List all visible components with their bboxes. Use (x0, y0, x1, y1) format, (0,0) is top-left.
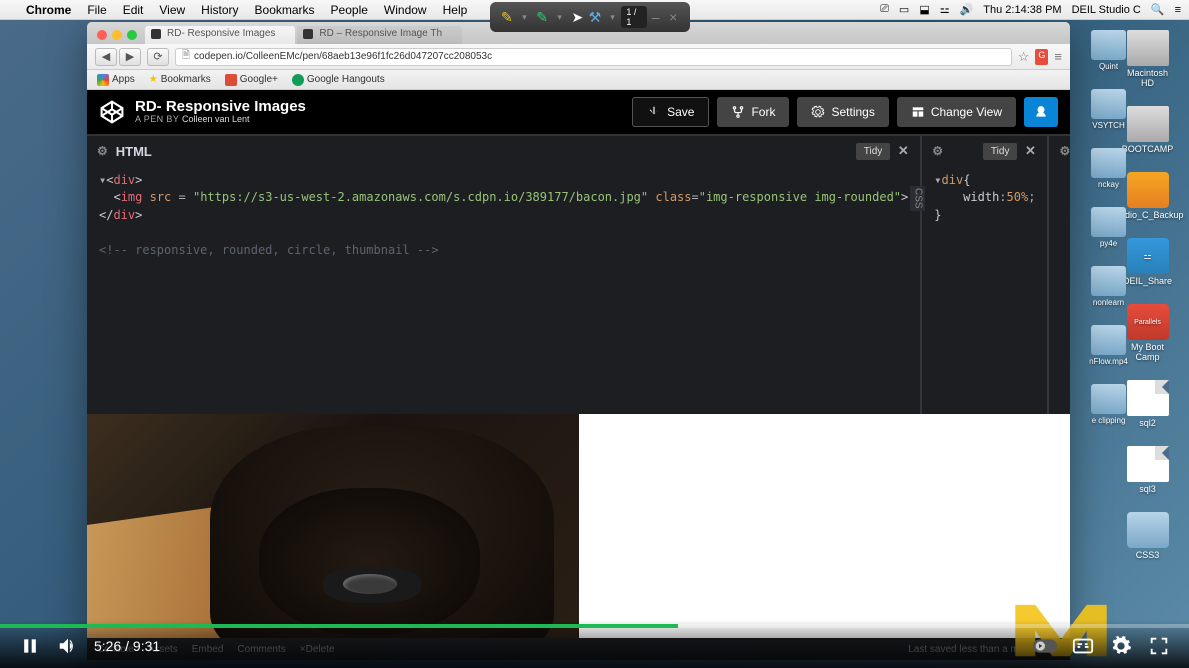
js-code[interactable] (1049, 166, 1070, 414)
browser-urlbar: ◀ ▶ ⟳ 🗎 codepen.io/ColleenEMc/pen/68aeb1… (87, 44, 1070, 70)
browser-tab[interactable]: RD – Responsive Image Th (297, 26, 462, 44)
menubar-screencast-icon[interactable]: ⎚ (880, 3, 889, 16)
pause-button[interactable] (18, 634, 42, 658)
bookmark-item[interactable]: ★Bookmarks (149, 74, 211, 85)
menubar-list-icon[interactable]: ≡ (1175, 4, 1181, 16)
html-code[interactable]: ▾<div> <img src = "https://s3-us-west-2.… (87, 166, 920, 414)
close-icon[interactable]: ✕ (896, 143, 910, 159)
minimize-icon[interactable]: – (647, 7, 665, 27)
desktop-file[interactable]: nFlow.mp4 (1086, 325, 1131, 366)
gear-icon[interactable]: ⚙ (97, 144, 108, 158)
star-icon[interactable]: ☆ (1018, 49, 1030, 65)
css-vertical-label: CSS (910, 186, 925, 211)
bookmark-item[interactable]: Google Hangouts (292, 74, 385, 86)
captions-button[interactable] (1071, 634, 1095, 658)
annotation-toolbar[interactable]: ✎ ▾ ✎ ▾ ➤ ⚒ ▾ 1 / 1 – × (490, 2, 690, 32)
video-settings-button[interactable] (1109, 634, 1133, 658)
pen-yellow-icon[interactable]: ✎ (498, 7, 516, 27)
chevron-down-icon[interactable]: ▾ (551, 7, 569, 27)
html-pane: ⚙ HTML Tidy ✕ ▾<div> <img src = "https:/… (87, 136, 922, 414)
codepen-header: RD- Responsive Images A PEN BY Colleen v… (87, 90, 1070, 134)
menu-history[interactable]: History (193, 3, 246, 17)
menubar-volume-icon[interactable]: 🔊 (960, 3, 974, 16)
browser-tab-active[interactable]: RD- Responsive Images (145, 26, 295, 44)
menubar-app[interactable]: Chrome (18, 3, 79, 17)
lock-icon: 🗎 (182, 48, 190, 65)
video-progress-bar[interactable] (0, 624, 1189, 628)
pen-byline: A PEN BY Colleen van Lent (135, 115, 306, 125)
menubar-spotlight-icon[interactable]: 🔍 (1151, 3, 1165, 16)
menu-window[interactable]: Window (376, 3, 435, 17)
desktop-icons-left-peek: Quint VSYTCH nckay py4e nonlearn nFlow.m… (1086, 30, 1131, 425)
profile-button[interactable] (1024, 97, 1058, 127)
desktop-file-sql3[interactable]: sql3 (1120, 446, 1175, 494)
menubar-clock[interactable]: Thu 2:14:38 PM (983, 4, 1061, 16)
desktop-folder[interactable]: VSYTCH (1086, 89, 1131, 130)
extension-icon[interactable]: G (1035, 49, 1048, 65)
hammer-icon[interactable]: ⚒ (586, 7, 604, 27)
fork-button[interactable]: Fork (717, 97, 789, 127)
menu-people[interactable]: People (323, 3, 376, 17)
close-icon[interactable]: ✕ (1023, 143, 1037, 159)
menubar-display-icon[interactable]: ▭ (899, 3, 909, 16)
autoplay-toggle[interactable] (1033, 634, 1057, 658)
desktop-folder-css3[interactable]: CSS3 (1120, 512, 1175, 560)
pen-author[interactable]: Colleen van Lent (182, 114, 250, 124)
menubar-dropbox-icon[interactable]: ⬓ (919, 3, 929, 16)
page-badge: 1 / 1 (621, 6, 646, 28)
menu-view[interactable]: View (151, 3, 193, 17)
cursor-icon[interactable]: ➤ (569, 7, 587, 27)
bookmark-bar: Apps ★Bookmarks Google+ Google Hangouts (87, 70, 1070, 90)
css-pane: ⚙ Tidy ✕ ▾div{ width:50%; } CSS (922, 136, 1049, 414)
menu-file[interactable]: File (79, 3, 114, 17)
pen-green-icon[interactable]: ✎ (533, 7, 551, 27)
desktop-file[interactable]: e clipping (1086, 384, 1131, 425)
gear-icon[interactable]: ⚙ (932, 144, 943, 158)
chrome-window: RD- Responsive Images RD – Responsive Im… (87, 22, 1070, 660)
back-button[interactable]: ◀ (95, 48, 117, 66)
volume-button[interactable] (56, 634, 80, 658)
change-view-button[interactable]: Change View (897, 97, 1016, 127)
tidy-button[interactable]: Tidy (983, 143, 1018, 160)
bookmark-item[interactable]: Google+ (225, 74, 278, 86)
desktop-folder[interactable]: Quint (1086, 30, 1131, 71)
desktop-folder[interactable]: py4e (1086, 207, 1131, 248)
chevron-down-icon[interactable]: ▾ (604, 7, 622, 27)
video-time: 5:26 / 9:31 (94, 638, 160, 654)
settings-button[interactable]: Settings (797, 97, 888, 127)
tidy-button[interactable]: Tidy (856, 143, 891, 160)
desktop-folder[interactable]: nonlearn (1086, 266, 1131, 307)
menu-bookmarks[interactable]: Bookmarks (247, 3, 323, 17)
url-field[interactable]: 🗎 codepen.io/ColleenEMc/pen/68aeb13e96f1… (175, 48, 1012, 66)
editor-panes: ⚙ HTML Tidy ✕ ▾<div> <img src = "https:/… (87, 134, 1070, 414)
gear-icon[interactable]: ⚙ (1059, 144, 1070, 158)
codepen-logo-icon[interactable] (99, 99, 125, 125)
menu-edit[interactable]: Edit (115, 3, 152, 17)
pen-title: RD- Responsive Images (135, 99, 306, 116)
pane-label-html: HTML (116, 144, 856, 159)
menubar-user[interactable]: DEIL Studio C (1072, 4, 1141, 16)
chevron-down-icon[interactable]: ▾ (516, 7, 534, 27)
window-traffic-lights[interactable] (93, 30, 145, 44)
forward-button[interactable]: ▶ (119, 48, 141, 66)
bookmark-apps[interactable]: Apps (97, 74, 135, 86)
close-icon[interactable]: × (664, 7, 682, 27)
menu-help[interactable]: Help (435, 3, 476, 17)
menubar-wifi-icon[interactable]: ⚍ (940, 3, 950, 16)
chrome-menu-icon[interactable]: ≡ (1054, 49, 1062, 65)
css-code[interactable]: ▾div{ width:50%; } (922, 166, 1047, 414)
progress-fill (0, 624, 678, 628)
reload-button[interactable]: ⟳ (147, 48, 169, 66)
save-button[interactable]: Save (632, 97, 709, 127)
js-pane: ⚙ JS Tidy ✕ (1049, 136, 1070, 414)
desktop-folder[interactable]: nckay (1086, 148, 1131, 189)
fullscreen-button[interactable] (1147, 634, 1171, 658)
